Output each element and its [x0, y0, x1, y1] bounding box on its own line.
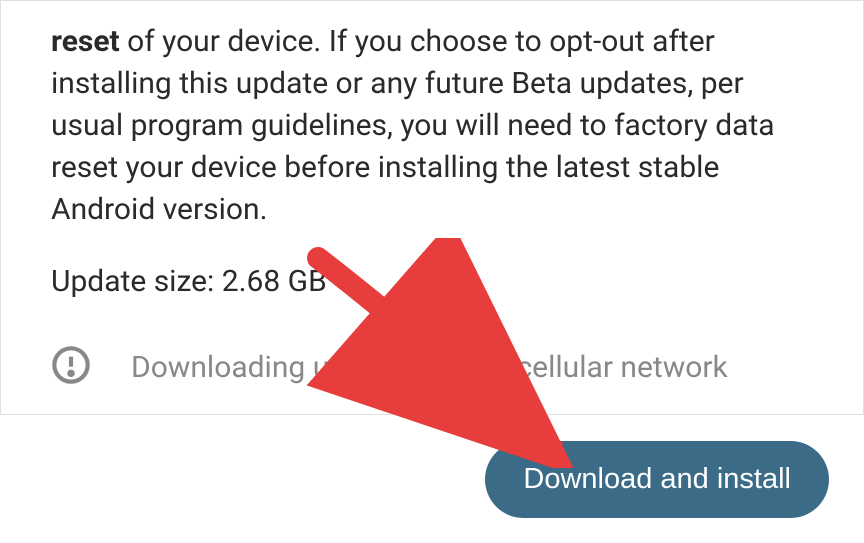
download-install-button[interactable]: Download and install	[485, 441, 829, 518]
reset-bold-text: reset	[51, 24, 120, 59]
update-description: reset of your device. If you choose to o…	[1, 1, 863, 231]
cellular-warning-row: Downloading updates over a cellular netw…	[1, 303, 863, 389]
warning-icon	[51, 345, 91, 389]
update-size-row: Update size: 2.68 GB	[1, 231, 863, 303]
update-info-card: reset of your device. If you choose to o…	[0, 0, 864, 415]
footer-bar: Download and install	[0, 415, 864, 543]
cellular-warning-text: Downloading updates over a cellular netw…	[131, 350, 728, 385]
description-text: of your device. If you choose to opt-out…	[51, 24, 775, 227]
update-size-value: 2.68 GB	[222, 264, 327, 299]
update-size-label: Update size:	[51, 264, 222, 299]
